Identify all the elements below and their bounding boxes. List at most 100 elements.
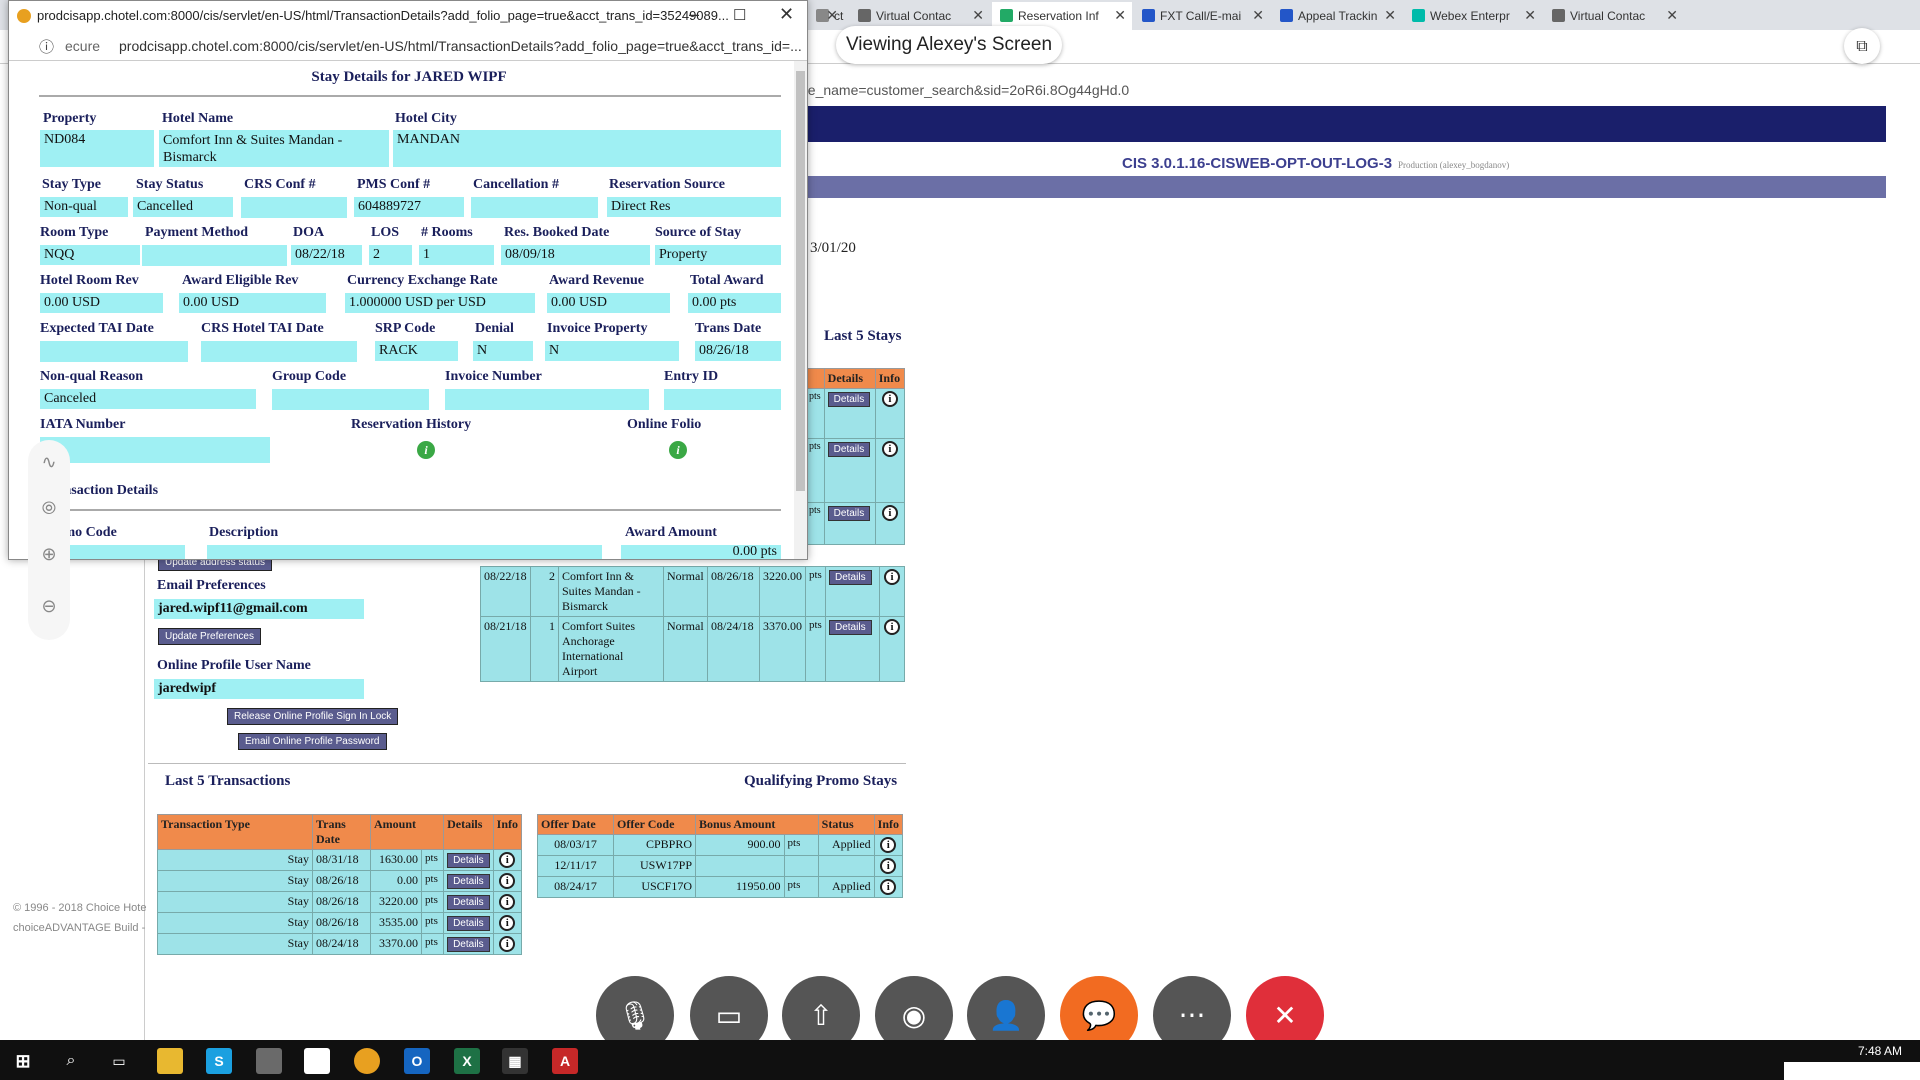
windows-start-icon[interactable]: ⊞ (10, 1048, 36, 1074)
award-revenue-field: 0.00 USD (547, 293, 670, 313)
details-button[interactable]: Details (827, 506, 871, 521)
calculator-icon[interactable]: ▦ (502, 1048, 528, 1074)
details-button[interactable]: Details (447, 853, 490, 868)
table-row: Stay 08/26/18 0.00 pts Details i (157, 870, 523, 892)
zoom-out-icon[interactable]: ⊖ (28, 596, 70, 617)
outlook-icon[interactable]: O (404, 1048, 430, 1074)
details-button[interactable]: Details (829, 619, 872, 635)
details-button[interactable]: Details (447, 874, 490, 889)
table-row: 08/24/17 USCF17O 11950.00 pts Applied i (537, 876, 904, 898)
close-icon[interactable]: ✕ (779, 4, 794, 25)
tab-close-icon[interactable]: ✕ (1524, 7, 1536, 24)
unit-cell: pts (805, 438, 825, 503)
tab-label: Virtual Contac (876, 9, 952, 23)
tab-close-icon[interactable]: ✕ (1252, 7, 1264, 24)
pen-icon[interactable]: ∿ (28, 452, 70, 473)
stay-out-cell: 08/26/18 (707, 565, 760, 617)
update-preferences-button[interactable]: Update Preferences (158, 628, 261, 645)
skype-icon[interactable]: S (206, 1048, 232, 1074)
trans-amount-cell: 3535.00 (369, 912, 423, 934)
task-view-icon[interactable]: ▭ (106, 1048, 132, 1074)
doa-field: 08/22/18 (291, 245, 362, 265)
browser-tab[interactable]: Virtual Contac ✕ (1544, 2, 1684, 30)
browser-tab[interactable]: ct ✕ (808, 2, 844, 30)
promo-header-cell: Status (817, 814, 875, 835)
app-icon[interactable] (256, 1048, 282, 1074)
iata-label: IATA Number (40, 417, 126, 432)
info-icon[interactable]: i (881, 391, 898, 407)
info-icon[interactable]: i (881, 441, 898, 457)
excel-icon[interactable]: X (454, 1048, 480, 1074)
tab-close-icon[interactable]: ✕ (1384, 7, 1396, 24)
tab-close-icon[interactable]: ✕ (972, 7, 984, 24)
info-icon[interactable]: i (499, 852, 516, 868)
details-cell: Details (443, 849, 494, 871)
info-cell: i (492, 849, 523, 871)
details-button[interactable]: Details (447, 895, 490, 910)
reservation-history-info-icon[interactable]: i (417, 441, 435, 459)
search-icon[interactable]: ⌕ (58, 1048, 84, 1074)
details-cell: Details (825, 615, 880, 682)
promo-status-cell: Applied (817, 876, 875, 898)
stay-details-heading: Stay Details for JARED WIPF (311, 69, 507, 85)
reservation-source-field: Direct Res (607, 197, 781, 217)
promo-date-cell: 08/03/17 (537, 834, 614, 856)
tab-close-icon[interactable]: ✕ (826, 7, 838, 24)
popup-scroll-thumb[interactable] (796, 71, 805, 491)
transactions-header-cell: Details (443, 814, 494, 850)
pdf-icon[interactable]: A (552, 1048, 578, 1074)
info-icon[interactable]: ⓘ (39, 36, 54, 57)
details-button[interactable]: Details (827, 442, 871, 457)
details-cell: Details (443, 933, 494, 955)
info-icon[interactable]: i (499, 894, 516, 910)
details-button[interactable]: Details (829, 569, 872, 585)
browser-tab[interactable]: FXT Call/E-mai ✕ (1134, 2, 1270, 30)
app-title: CIS 3.0.1.16-CISWEB-OPT-OUT-LOG-3 Product… (1122, 155, 1510, 172)
file-explorer-icon[interactable] (157, 1048, 183, 1074)
details-button[interactable]: Details (447, 937, 490, 952)
info-cell: i (874, 438, 906, 503)
info-icon[interactable]: i (881, 505, 898, 521)
details-button[interactable]: Details (827, 392, 871, 407)
promo-code-cell: USCF17O (613, 876, 696, 898)
unit-cell: pts (805, 388, 825, 439)
cancellation-field (471, 197, 598, 218)
total-award-field: 0.00 pts (688, 293, 781, 313)
browser-tab[interactable]: Webex Enterpr ✕ (1404, 2, 1542, 30)
award-eligible-label: Award Eligible Rev (182, 273, 299, 288)
online-folio-info-icon[interactable]: i (669, 441, 687, 459)
zoom-in-icon[interactable]: ⊕ (28, 544, 70, 565)
popup-address-bar[interactable]: ⓘ ecure prodcisapp.chotel.com:8000/cis/s… (9, 31, 807, 61)
info-icon[interactable]: i (883, 618, 900, 635)
hotel-name-field: Comfort Inn & Suites Mandan - Bismarck (159, 130, 389, 167)
info-icon[interactable]: i (499, 915, 516, 931)
email-field: jared.wipf11@gmail.com (154, 599, 364, 619)
tab-favicon-icon (1552, 9, 1565, 22)
email-password-button[interactable]: Email Online Profile Password (238, 733, 387, 750)
chrome-icon[interactable] (354, 1048, 380, 1074)
cancellation-label: Cancellation # (473, 177, 559, 192)
info-icon[interactable]: i (880, 879, 897, 895)
release-lock-button[interactable]: Release Online Profile Sign In Lock (227, 708, 399, 725)
notes-icon[interactable] (304, 1048, 330, 1074)
info-icon[interactable]: i (499, 873, 516, 889)
info-icon[interactable]: i (880, 837, 897, 853)
info-icon[interactable]: i (880, 858, 897, 874)
footer: © 1996 - 2018 Choice Hote choiceADVANTAG… (13, 898, 146, 938)
tab-close-icon[interactable]: ✕ (1114, 7, 1126, 24)
stay-out-cell: 08/24/18 (707, 615, 760, 682)
minimize-icon[interactable]: – (689, 4, 699, 25)
room-type-label: Room Type (40, 225, 109, 240)
share-view-icon[interactable]: ⧉ (1844, 28, 1880, 64)
maximize-icon[interactable]: ☐ (733, 6, 746, 24)
pointer-icon[interactable]: ⦾ (28, 498, 70, 519)
info-cell: i (492, 870, 523, 892)
browser-tab[interactable]: Appeal Trackin ✕ (1272, 2, 1402, 30)
info-icon[interactable]: i (883, 568, 900, 585)
details-button[interactable]: Details (447, 916, 490, 931)
info-icon[interactable]: i (499, 936, 516, 952)
online-folio-label: Online Folio (627, 417, 702, 432)
details-cell: Details (823, 388, 876, 439)
tab-close-icon[interactable]: ✕ (1666, 7, 1678, 24)
email-preferences-label: Email Preferences (157, 578, 266, 593)
